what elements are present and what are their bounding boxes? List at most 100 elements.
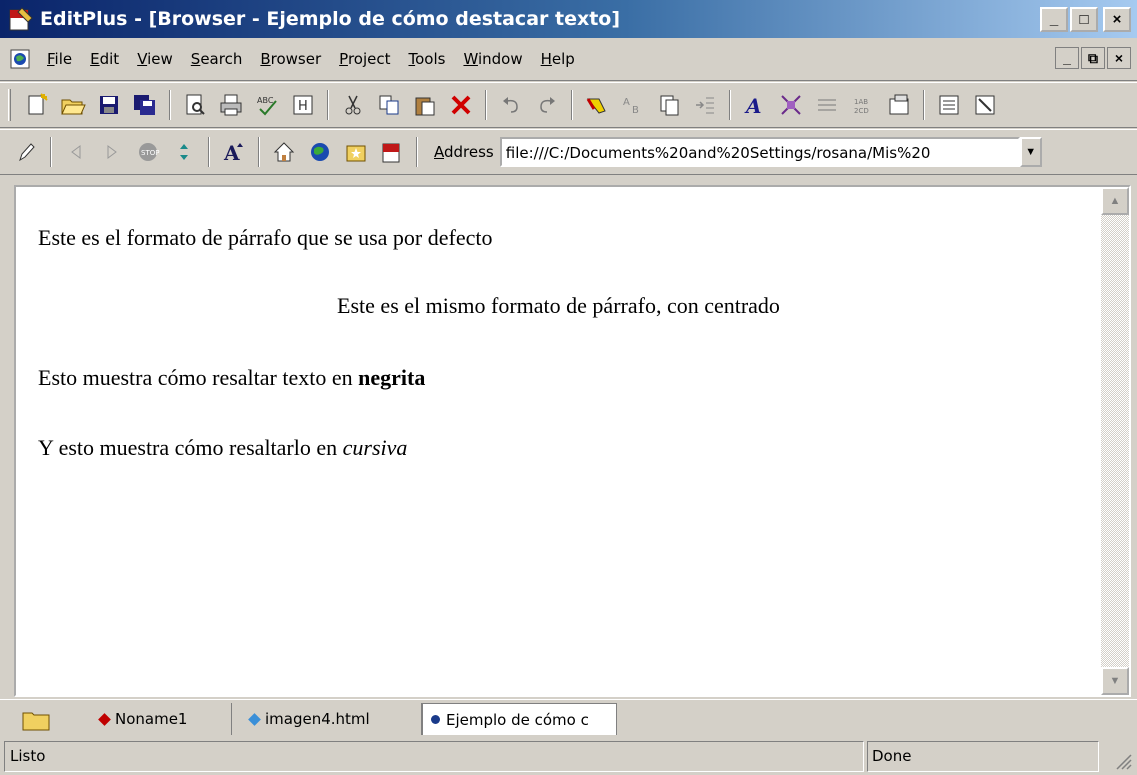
line-number-icon[interactable]: 1AB 2CD bbox=[848, 90, 878, 120]
tab-ejemplo-active[interactable]: Ejemplo de cómo c bbox=[422, 703, 617, 735]
minimize-button[interactable]: _ bbox=[1040, 7, 1068, 32]
tab-imagen4[interactable]: imagen4.html bbox=[232, 703, 422, 735]
scroll-up-button[interactable]: ▲ bbox=[1101, 187, 1129, 215]
document-system-menu-icon[interactable] bbox=[10, 49, 30, 69]
document-tab-bar: Noname1 imagen4.html Ejemplo de cómo c bbox=[0, 699, 1137, 735]
ruler-icon[interactable] bbox=[812, 90, 842, 120]
folder-icon[interactable] bbox=[16, 705, 56, 735]
close-button[interactable]: × bbox=[1103, 7, 1131, 32]
paragraph-default: Este es el formato de párrafo que se usa… bbox=[38, 225, 493, 250]
doc-minimize-button[interactable]: _ bbox=[1055, 47, 1079, 69]
cut-icon[interactable] bbox=[338, 90, 368, 120]
toolbar-separator bbox=[169, 90, 171, 120]
toolbar-grip[interactable] bbox=[8, 89, 11, 121]
menu-browser[interactable]: Browser bbox=[251, 50, 330, 68]
toolbar-separator bbox=[327, 90, 329, 120]
svg-text:2CD: 2CD bbox=[854, 107, 869, 115]
save-all-icon[interactable] bbox=[130, 90, 160, 120]
menu-help[interactable]: Help bbox=[532, 50, 584, 68]
arrow-up-icon: ▲ bbox=[1109, 195, 1121, 207]
menu-file-label: ile bbox=[54, 50, 73, 68]
indent-icon[interactable] bbox=[690, 90, 720, 120]
document-window-controls: _ ⧉ × bbox=[1055, 47, 1131, 69]
cliptext-window-icon[interactable] bbox=[970, 90, 1000, 120]
menu-tools-label: ools bbox=[415, 50, 446, 68]
vertical-scrollbar[interactable]: ▲ ▼ bbox=[1101, 187, 1129, 695]
maximize-button[interactable]: □ bbox=[1070, 7, 1098, 32]
spell-check-icon[interactable]: ABC bbox=[252, 90, 282, 120]
copy-icon[interactable] bbox=[374, 90, 404, 120]
new-file-icon[interactable] bbox=[22, 90, 52, 120]
resize-grip[interactable] bbox=[1111, 749, 1133, 771]
find-icon[interactable] bbox=[582, 90, 612, 120]
redo-icon[interactable] bbox=[532, 90, 562, 120]
address-dropdown-button[interactable]: ▼ bbox=[1019, 137, 1042, 167]
editplus-logo-icon[interactable] bbox=[377, 137, 407, 167]
print-icon[interactable] bbox=[216, 90, 246, 120]
menu-file-accel: F bbox=[47, 50, 55, 68]
menu-view-label: iew bbox=[147, 50, 173, 68]
word-wrap-icon[interactable] bbox=[776, 90, 806, 120]
forward-icon[interactable] bbox=[97, 137, 127, 167]
preferences-icon[interactable] bbox=[884, 90, 914, 120]
menu-search-label: earch bbox=[200, 50, 243, 68]
scroll-down-button[interactable]: ▼ bbox=[1101, 667, 1129, 695]
refresh-icon[interactable] bbox=[169, 137, 199, 167]
menu-file[interactable]: File bbox=[38, 50, 81, 68]
browser-view[interactable]: Este es el formato de párrafo que se usa… bbox=[14, 185, 1131, 697]
svg-text:B: B bbox=[632, 105, 639, 116]
html-toolbar-icon[interactable]: H bbox=[288, 90, 318, 120]
paragraph-centered: Este es el mismo formato de párrafo, con… bbox=[337, 293, 780, 318]
paste-icon[interactable] bbox=[410, 90, 440, 120]
bold-word: negrita bbox=[358, 365, 426, 390]
globe-icon[interactable] bbox=[305, 137, 335, 167]
menu-bar: File Edit View Search Browser Project To… bbox=[0, 38, 1137, 81]
menu-search[interactable]: Search bbox=[182, 50, 252, 68]
paragraph-bold: Esto muestra cómo resaltar texto en negr… bbox=[38, 365, 425, 391]
unsaved-file-icon bbox=[98, 712, 111, 726]
toolbar-separator bbox=[485, 90, 487, 120]
delete-icon[interactable] bbox=[446, 90, 476, 120]
status-message: Listo bbox=[4, 741, 864, 772]
menu-view[interactable]: View bbox=[128, 50, 182, 68]
font-icon[interactable]: A bbox=[740, 90, 770, 120]
menu-tools[interactable]: Tools bbox=[399, 50, 454, 68]
directory-window-icon[interactable] bbox=[934, 90, 964, 120]
html-file-icon bbox=[248, 712, 261, 726]
status-load-state: Done bbox=[867, 741, 1099, 772]
toolbar-separator bbox=[729, 90, 731, 120]
stop-icon[interactable]: STOP bbox=[133, 137, 163, 167]
edit-pencil-icon[interactable] bbox=[11, 137, 41, 167]
address-label-text: ddress bbox=[444, 143, 494, 161]
print-preview-icon[interactable] bbox=[180, 90, 210, 120]
svg-text:A: A bbox=[744, 94, 762, 117]
italic-word: cursiva bbox=[342, 435, 408, 460]
favorites-icon[interactable] bbox=[341, 137, 371, 167]
doc-restore-button[interactable]: ⧉ bbox=[1081, 47, 1105, 69]
menu-window[interactable]: Window bbox=[454, 50, 531, 68]
home-icon[interactable] bbox=[269, 137, 299, 167]
save-icon[interactable] bbox=[94, 90, 124, 120]
menu-edit[interactable]: Edit bbox=[81, 50, 128, 68]
toolbar-separator bbox=[923, 90, 925, 120]
status-bar: Listo Done bbox=[0, 738, 1137, 775]
menu-project-label: roject bbox=[347, 50, 391, 68]
open-folder-icon[interactable] bbox=[58, 90, 88, 120]
address-combo: file:///C:/Documents%20and%20Settings/ro… bbox=[499, 137, 1042, 167]
svg-text:A: A bbox=[623, 97, 630, 108]
toolbar-separator bbox=[416, 137, 418, 167]
find-in-files-icon[interactable] bbox=[654, 90, 684, 120]
tab-noname1[interactable]: Noname1 bbox=[82, 703, 232, 735]
undo-icon[interactable] bbox=[496, 90, 526, 120]
doc-close-button[interactable]: × bbox=[1107, 47, 1131, 69]
back-icon[interactable] bbox=[61, 137, 91, 167]
font-size-icon[interactable]: A bbox=[219, 137, 249, 167]
address-input[interactable]: file:///C:/Documents%20and%20Settings/ro… bbox=[499, 137, 1020, 167]
replace-icon[interactable]: AB bbox=[618, 90, 648, 120]
editplus-app-icon[interactable] bbox=[8, 6, 34, 32]
menu-window-accel: W bbox=[463, 50, 478, 68]
menu-browser-label: rowser bbox=[270, 50, 322, 68]
title-bar[interactable]: EditPlus - [Browser - Ejemplo de cómo de… bbox=[0, 0, 1137, 38]
menu-project[interactable]: Project bbox=[330, 50, 399, 68]
toolbar-separator bbox=[50, 137, 52, 167]
